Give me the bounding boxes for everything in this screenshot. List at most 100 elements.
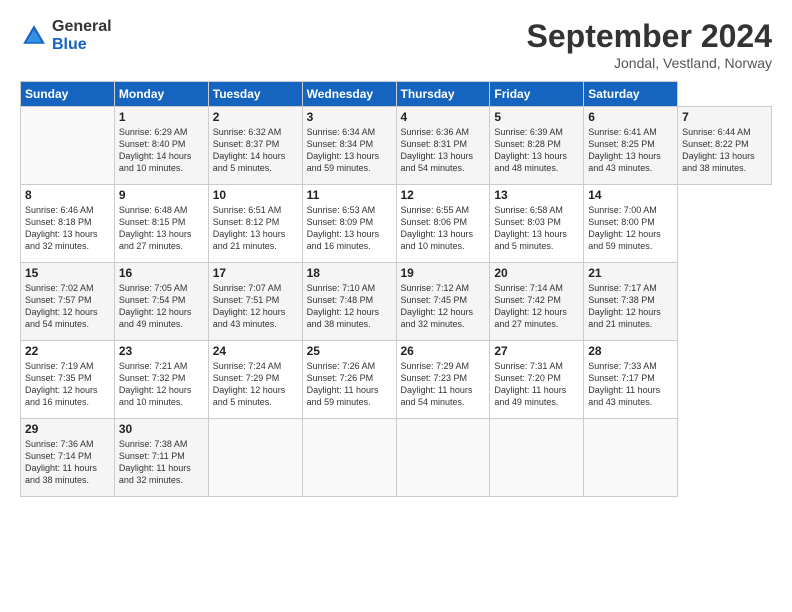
- table-row: 24 Sunrise: 7:24 AMSunset: 7:29 PMDayligh…: [208, 341, 302, 419]
- day-number: 25: [307, 344, 392, 358]
- day-number: 20: [494, 266, 579, 280]
- logo: General Blue: [20, 18, 112, 53]
- col-friday: Friday: [490, 82, 584, 107]
- day-content: Sunrise: 7:07 AMSunset: 7:51 PMDaylight:…: [213, 282, 298, 331]
- day-number: 28: [588, 344, 673, 358]
- day-number: 18: [307, 266, 392, 280]
- day-number: 9: [119, 188, 204, 202]
- table-row: 11 Sunrise: 6:53 AMSunset: 8:09 PMDayligh…: [302, 185, 396, 263]
- day-content: Sunrise: 7:24 AMSunset: 7:29 PMDaylight:…: [213, 360, 298, 409]
- day-number: 13: [494, 188, 579, 202]
- day-content: Sunrise: 6:44 AMSunset: 8:22 PMDaylight:…: [682, 126, 767, 175]
- day-content: Sunrise: 7:36 AMSunset: 7:14 PMDaylight:…: [25, 438, 110, 487]
- day-number: 15: [25, 266, 110, 280]
- table-row: 12 Sunrise: 6:55 AMSunset: 8:06 PMDayligh…: [396, 185, 490, 263]
- table-row: 9 Sunrise: 6:48 AMSunset: 8:15 PMDaylight…: [114, 185, 208, 263]
- day-number: 7: [682, 110, 767, 124]
- day-number: 29: [25, 422, 110, 436]
- day-number: 14: [588, 188, 673, 202]
- day-content: Sunrise: 6:34 AMSunset: 8:34 PMDaylight:…: [307, 126, 392, 175]
- table-row: 16 Sunrise: 7:05 AMSunset: 7:54 PMDayligh…: [114, 263, 208, 341]
- table-row: 29 Sunrise: 7:36 AMSunset: 7:14 PMDayligh…: [21, 419, 115, 497]
- day-number: 30: [119, 422, 204, 436]
- table-row: [208, 419, 302, 497]
- logo-icon: [20, 22, 48, 50]
- month-title: September 2024: [527, 18, 772, 55]
- col-monday: Monday: [114, 82, 208, 107]
- table-row: 17Sunrise: 7:07 AMSunset: 7:51 PMDayligh…: [208, 263, 302, 341]
- table-row: 30Sunrise: 7:38 AMSunset: 7:11 PMDayligh…: [114, 419, 208, 497]
- day-number: 26: [401, 344, 486, 358]
- table-row: 21 Sunrise: 7:17 AMSunset: 7:38 PMDayligh…: [584, 263, 678, 341]
- table-row: 5Sunrise: 6:39 AMSunset: 8:28 PMDaylight…: [490, 107, 584, 185]
- table-row: [302, 419, 396, 497]
- col-tuesday: Tuesday: [208, 82, 302, 107]
- table-row: 27 Sunrise: 7:31 AMSunset: 7:20 PMDayligh…: [490, 341, 584, 419]
- calendar-header-row: Sunday Monday Tuesday Wednesday Thursday…: [21, 82, 772, 107]
- calendar-table: Sunday Monday Tuesday Wednesday Thursday…: [20, 81, 772, 497]
- day-content: Sunrise: 6:36 AMSunset: 8:31 PMDaylight:…: [401, 126, 486, 175]
- day-content: Sunrise: 6:29 AMSunset: 8:40 PMDaylight:…: [119, 126, 204, 175]
- day-content: Sunrise: 7:05 AMSunset: 7:54 PMDaylight:…: [119, 282, 204, 331]
- day-content: Sunrise: 7:12 AMSunset: 7:45 PMDaylight:…: [401, 282, 486, 331]
- table-row: [21, 107, 115, 185]
- table-row: 23Sunrise: 7:21 AMSunset: 7:32 PMDayligh…: [114, 341, 208, 419]
- day-content: Sunrise: 6:58 AMSunset: 8:03 PMDaylight:…: [494, 204, 579, 253]
- table-row: 28Sunrise: 7:33 AMSunset: 7:17 PMDayligh…: [584, 341, 678, 419]
- day-content: Sunrise: 7:14 AMSunset: 7:42 PMDaylight:…: [494, 282, 579, 331]
- logo-blue-text: Blue: [52, 36, 112, 54]
- day-content: Sunrise: 7:19 AMSunset: 7:35 PMDaylight:…: [25, 360, 110, 409]
- table-row: [584, 419, 678, 497]
- day-number: 2: [213, 110, 298, 124]
- day-content: Sunrise: 6:46 AMSunset: 8:18 PMDaylight:…: [25, 204, 110, 253]
- table-row: 25 Sunrise: 7:26 AMSunset: 7:26 PMDayligh…: [302, 341, 396, 419]
- day-content: Sunrise: 6:55 AMSunset: 8:06 PMDaylight:…: [401, 204, 486, 253]
- day-number: 24: [213, 344, 298, 358]
- table-row: 20 Sunrise: 7:14 AMSunset: 7:42 PMDayligh…: [490, 263, 584, 341]
- table-row: 2 Sunrise: 6:32 AMSunset: 8:37 PMDaylight…: [208, 107, 302, 185]
- col-sunday: Sunday: [21, 82, 115, 107]
- day-number: 16: [119, 266, 204, 280]
- day-content: Sunrise: 7:10 AMSunset: 7:48 PMDaylight:…: [307, 282, 392, 331]
- day-content: Sunrise: 7:31 AMSunset: 7:20 PMDaylight:…: [494, 360, 579, 409]
- table-row: 3Sunrise: 6:34 AMSunset: 8:34 PMDaylight…: [302, 107, 396, 185]
- day-number: 22: [25, 344, 110, 358]
- table-row: 13 Sunrise: 6:58 AMSunset: 8:03 PMDayligh…: [490, 185, 584, 263]
- table-row: 10 Sunrise: 6:51 AMSunset: 8:12 PMDayligh…: [208, 185, 302, 263]
- day-number: 10: [213, 188, 298, 202]
- day-number: 1: [119, 110, 204, 124]
- table-row: [490, 419, 584, 497]
- table-row: 14 Sunrise: 7:00 AMSunset: 8:00 PMDayligh…: [584, 185, 678, 263]
- table-row: [396, 419, 490, 497]
- day-number: 19: [401, 266, 486, 280]
- title-block: September 2024 Jondal, Vestland, Norway: [527, 18, 772, 71]
- day-content: Sunrise: 7:26 AMSunset: 7:26 PMDaylight:…: [307, 360, 392, 409]
- table-row: 15 Sunrise: 7:02 AMSunset: 7:57 PMDayligh…: [21, 263, 115, 341]
- day-number: 21: [588, 266, 673, 280]
- page-header: General Blue September 2024 Jondal, Vest…: [20, 18, 772, 71]
- day-number: 4: [401, 110, 486, 124]
- table-row: 18 Sunrise: 7:10 AMSunset: 7:48 PMDayligh…: [302, 263, 396, 341]
- col-wednesday: Wednesday: [302, 82, 396, 107]
- day-content: Sunrise: 6:48 AMSunset: 8:15 PMDaylight:…: [119, 204, 204, 253]
- col-saturday: Saturday: [584, 82, 678, 107]
- day-number: 8: [25, 188, 110, 202]
- day-number: 23: [119, 344, 204, 358]
- day-content: Sunrise: 6:32 AMSunset: 8:37 PMDaylight:…: [213, 126, 298, 175]
- day-number: 11: [307, 188, 392, 202]
- day-number: 27: [494, 344, 579, 358]
- day-content: Sunrise: 6:41 AMSunset: 8:25 PMDaylight:…: [588, 126, 673, 175]
- day-number: 12: [401, 188, 486, 202]
- day-content: Sunrise: 6:39 AMSunset: 8:28 PMDaylight:…: [494, 126, 579, 175]
- day-content: Sunrise: 7:17 AMSunset: 7:38 PMDaylight:…: [588, 282, 673, 331]
- table-row: 7 Sunrise: 6:44 AMSunset: 8:22 PMDaylight…: [678, 107, 772, 185]
- day-content: Sunrise: 6:53 AMSunset: 8:09 PMDaylight:…: [307, 204, 392, 253]
- day-content: Sunrise: 6:51 AMSunset: 8:12 PMDaylight:…: [213, 204, 298, 253]
- table-row: 8 Sunrise: 6:46 AMSunset: 8:18 PMDaylight…: [21, 185, 115, 263]
- col-thursday: Thursday: [396, 82, 490, 107]
- day-content: Sunrise: 7:02 AMSunset: 7:57 PMDaylight:…: [25, 282, 110, 331]
- location-text: Jondal, Vestland, Norway: [527, 55, 772, 71]
- table-row: 22 Sunrise: 7:19 AMSunset: 7:35 PMDayligh…: [21, 341, 115, 419]
- day-content: Sunrise: 7:00 AMSunset: 8:00 PMDaylight:…: [588, 204, 673, 253]
- day-content: Sunrise: 7:29 AMSunset: 7:23 PMDaylight:…: [401, 360, 486, 409]
